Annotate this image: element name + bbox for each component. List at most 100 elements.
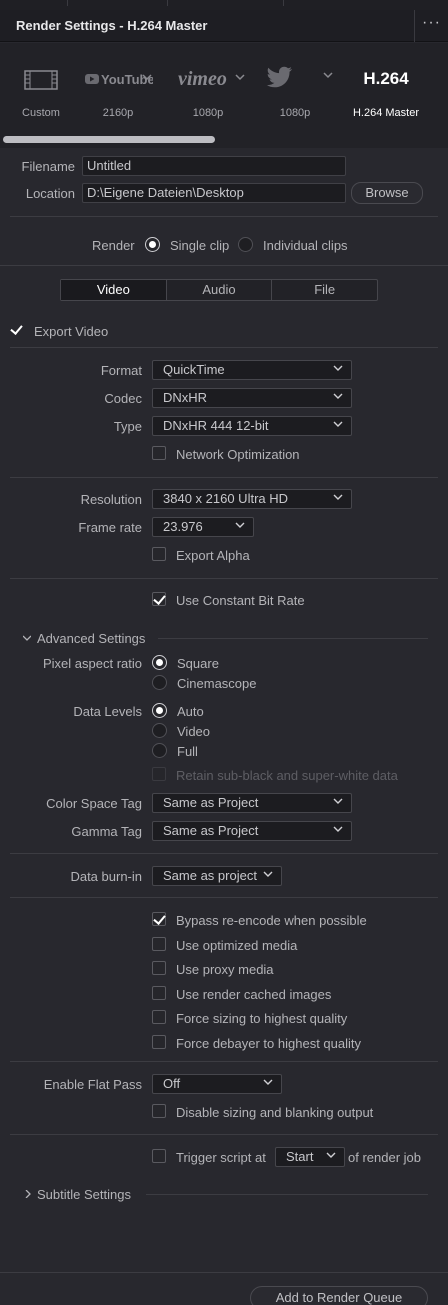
individual-clips-label: Individual clips	[263, 238, 348, 253]
force-sizing-checkbox[interactable]	[152, 1010, 166, 1024]
h264-logo: H.264	[363, 69, 409, 88]
optimized-media-label: Use optimized media	[176, 938, 298, 953]
divider	[10, 477, 438, 478]
bypass-reencode-checkbox[interactable]	[152, 912, 166, 926]
individual-clips-radio[interactable]	[238, 237, 253, 252]
add-to-render-queue-button[interactable]: Add to Render Queue	[250, 1286, 428, 1305]
advanced-settings-toggle[interactable]: Advanced Settings	[20, 630, 160, 648]
preset-h264-master[interactable]: H.264 H.264 Master	[344, 43, 428, 148]
filename-input[interactable]: Untitled	[82, 156, 346, 176]
film-frame-icon	[10, 69, 72, 91]
gamma-tag-label: Gamma Tag	[71, 824, 142, 839]
top-tab[interactable]	[68, 0, 168, 6]
location-input[interactable]: D:\Eigene Dateien\Desktop	[82, 183, 346, 203]
format-dropdown[interactable]: QuickTime	[152, 360, 352, 380]
pixel-aspect-cinemascope-radio[interactable]	[152, 675, 167, 690]
gamma-tag-dropdown[interactable]: Same as Project	[152, 821, 352, 841]
preset-strip: Custom YouTube 2160p vimeo 1080p 1080p H…	[0, 43, 448, 148]
chevron-down-icon	[333, 365, 343, 371]
retain-sub-black-label: Retain sub-black and super-white data	[176, 768, 398, 783]
flat-pass-dropdown[interactable]: Off	[152, 1074, 282, 1094]
preset-label: 1080p	[279, 107, 311, 119]
codec-label: Codec	[104, 391, 142, 406]
svg-text:YouTube: YouTube	[101, 72, 153, 87]
optimized-media-checkbox[interactable]	[152, 937, 166, 951]
window-title: Render Settings - H.264 Master	[16, 18, 208, 33]
disable-sizing-checkbox[interactable]	[152, 1104, 166, 1118]
chevron-down-icon	[263, 871, 273, 877]
codec-dropdown[interactable]: DNxHR	[152, 388, 352, 408]
force-debayer-checkbox[interactable]	[152, 1035, 166, 1049]
vimeo-logo: vimeo	[170, 67, 246, 90]
chevron-down-icon	[263, 1079, 273, 1085]
data-burn-in-dropdown[interactable]: Same as project	[152, 866, 282, 886]
force-sizing-label: Force sizing to highest quality	[176, 1011, 348, 1026]
pixel-aspect-label: Pixel aspect ratio	[43, 656, 142, 671]
divider	[10, 578, 438, 579]
data-levels-full-radio[interactable]	[152, 743, 167, 758]
render-cached-label: Use render cached images	[176, 987, 332, 1002]
footer-divider	[0, 1272, 448, 1273]
divider	[10, 216, 438, 217]
flat-pass-label: Enable Flat Pass	[43, 1077, 142, 1092]
divider	[10, 853, 438, 854]
browse-button[interactable]: Browse	[351, 182, 423, 204]
pixel-aspect-square-radio[interactable]	[152, 655, 167, 670]
chevron-down-icon	[326, 1152, 336, 1158]
svg-text:vimeo: vimeo	[178, 68, 227, 90]
trigger-script-label: Trigger script at	[176, 1150, 266, 1165]
chevron-down-icon	[333, 826, 343, 832]
data-levels-full-label: Full	[177, 744, 198, 759]
preset-label: 2160p	[102, 107, 134, 119]
proxy-media-checkbox[interactable]	[152, 961, 166, 975]
title-bar: Render Settings - H.264 Master ···	[0, 10, 448, 42]
color-space-dropdown[interactable]: Same as Project	[152, 793, 352, 813]
network-optimization-label: Network Optimization	[176, 447, 300, 462]
data-levels-video-label: Video	[177, 724, 211, 739]
tab-file[interactable]: File	[272, 280, 377, 300]
trigger-script-dropdown[interactable]: Start	[275, 1147, 345, 1167]
youtube-logo: YouTube	[82, 70, 155, 92]
tab-video[interactable]: Video	[61, 280, 167, 300]
trigger-script-checkbox[interactable]	[152, 1149, 166, 1163]
pixel-aspect-square-label: Square	[177, 656, 219, 671]
data-levels-auto-radio[interactable]	[152, 703, 167, 718]
single-clip-radio[interactable]	[145, 237, 160, 252]
constant-bitrate-checkbox[interactable]	[152, 592, 166, 606]
type-dropdown[interactable]: DNxHR 444 12-bit	[152, 416, 352, 436]
top-tab[interactable]	[0, 0, 68, 6]
preset-custom[interactable]: Custom	[10, 43, 72, 148]
resolution-dropdown[interactable]: 3840 x 2160 Ultra HD	[152, 489, 352, 509]
top-tab[interactable]	[168, 0, 284, 6]
output-tabs: Video Audio File	[60, 279, 378, 301]
bypass-reencode-label: Bypass re-encode when possible	[176, 913, 367, 928]
preset-vimeo[interactable]: vimeo 1080p	[170, 43, 246, 148]
filename-label: Filename	[21, 159, 75, 174]
export-alpha-checkbox[interactable]	[152, 547, 166, 561]
preset-label: H.264 Master	[352, 107, 420, 119]
more-options-button[interactable]: ···	[414, 10, 448, 42]
render-cached-checkbox[interactable]	[152, 986, 166, 1000]
pixel-aspect-cinemascope-label: Cinemascope	[177, 676, 257, 691]
preset-scrollbar[interactable]	[3, 136, 215, 143]
data-levels-video-radio[interactable]	[152, 723, 167, 738]
preset-label: 1080p	[192, 107, 224, 119]
network-optimization-checkbox[interactable]	[152, 446, 166, 460]
subtitle-settings-title: Subtitle Settings	[37, 1187, 131, 1202]
export-video-checkbox[interactable]	[10, 323, 24, 337]
proxy-media-label: Use proxy media	[176, 962, 274, 977]
chevron-down-icon	[23, 635, 31, 641]
chevron-down-icon	[235, 522, 245, 528]
type-label: Type	[113, 419, 142, 434]
divider	[10, 1061, 438, 1062]
tab-audio[interactable]: Audio	[167, 280, 273, 300]
subtitle-settings-toggle[interactable]: Subtitle Settings	[20, 1186, 140, 1204]
preset-youtube[interactable]: YouTube 2160p	[82, 43, 155, 148]
divider	[10, 347, 438, 348]
preset-twitter[interactable]: 1080p	[256, 43, 334, 148]
frame-rate-dropdown[interactable]: 23.976	[152, 517, 254, 537]
divider	[10, 1134, 438, 1135]
retain-sub-black-checkbox[interactable]	[152, 767, 166, 781]
data-levels-auto-label: Auto	[177, 704, 204, 719]
data-levels-label: Data Levels	[73, 704, 142, 719]
